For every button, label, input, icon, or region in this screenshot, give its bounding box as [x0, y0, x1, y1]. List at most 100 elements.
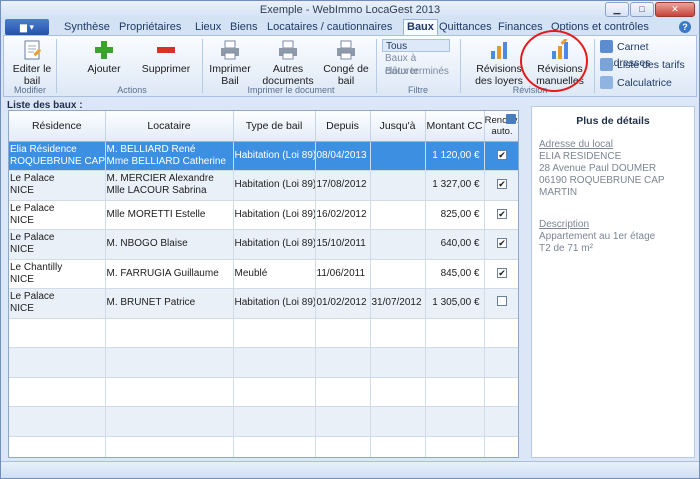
- cell-renouv[interactable]: [484, 406, 518, 437]
- cell-residence: Elia RésidenceROQUEBRUNE CAP MA: [9, 141, 106, 171]
- cell-locataire: Mlle MORETTI Estelle: [105, 200, 234, 230]
- locataire-line: M. BRUNET Patrice: [106, 297, 196, 309]
- residence-line: Elia Résidence: [10, 143, 77, 155]
- table-row[interactable]: [9, 377, 518, 407]
- cell-jusqua: [370, 436, 426, 457]
- cell-locataire: [105, 406, 234, 437]
- cell-renouv[interactable]: [484, 436, 518, 457]
- ribbon: Editer le bail Modifier Ajouter Supprime…: [3, 35, 697, 97]
- cell-renouv[interactable]: ✔: [484, 259, 518, 289]
- renouv-checkbox[interactable]: ✔: [497, 238, 507, 249]
- maximize-button[interactable]: □: [630, 2, 654, 17]
- cell-type: Habitation (Loi 89): [233, 170, 316, 201]
- help-icon[interactable]: ?: [679, 21, 691, 33]
- renouv-checkbox[interactable]: ✔: [497, 179, 507, 190]
- tab-lieux[interactable]: Lieux: [195, 20, 221, 35]
- cell-residence: [9, 406, 106, 437]
- ribbon-tabs: ▆ ▾ Synthèse Propriétaires Lieux Biens L…: [1, 19, 699, 35]
- col-locataire[interactable]: Locataire: [105, 111, 234, 142]
- address-line: ELIA RESIDENCE: [539, 151, 622, 162]
- table-row[interactable]: [9, 406, 518, 437]
- residence-line: NICE: [10, 244, 34, 256]
- cell-renouv[interactable]: ✔: [484, 170, 518, 201]
- cell-locataire: [105, 436, 234, 457]
- cell-renouv[interactable]: ✔: [484, 229, 518, 260]
- col-depuis[interactable]: Depuis: [315, 111, 371, 142]
- cell-residence: Le Palace NICE: [9, 229, 106, 260]
- ribbon-separator: [460, 39, 461, 93]
- cell-renouv[interactable]: [484, 377, 518, 407]
- cell-residence: Le Palace NICE: [9, 288, 106, 319]
- conge-bail-button[interactable]: Congé de bail: [322, 39, 370, 87]
- autres-documents-button[interactable]: Autres documents: [260, 39, 316, 87]
- cell-depuis: 15/10/2011: [315, 229, 371, 260]
- tab-locataires[interactable]: Locataires / cautionnaires: [267, 20, 392, 35]
- column-chooser-icon[interactable]: [506, 114, 516, 124]
- col-residence[interactable]: Résidence: [9, 111, 106, 142]
- tab-biens[interactable]: Biens: [230, 20, 258, 35]
- cell-jusqua: [370, 318, 426, 348]
- cell-renouv[interactable]: [484, 288, 518, 319]
- cell-jusqua: 31/07/2012: [370, 288, 426, 319]
- tab-baux[interactable]: Baux: [403, 19, 438, 35]
- col-type-bail[interactable]: Type de bail: [233, 111, 316, 142]
- table-row[interactable]: [9, 436, 518, 457]
- carnet-adresses-button[interactable]: Carnet d'adresses: [600, 39, 696, 69]
- liste-tarifs-button[interactable]: Liste des tarifs: [600, 57, 685, 73]
- cell-renouv[interactable]: ✔: [484, 141, 518, 171]
- renouv-checkbox[interactable]: ✔: [497, 267, 507, 278]
- table-row[interactable]: Elia RésidenceROQUEBRUNE CAP MAM. BELLIA…: [9, 141, 518, 171]
- cell-montant: [425, 347, 485, 378]
- table-row[interactable]: Le Palace NICE M. NBOGO Blaise Habitation (…: [9, 229, 518, 260]
- col-montant[interactable]: Montant CC: [425, 111, 485, 142]
- ajouter-button[interactable]: Ajouter: [80, 39, 128, 75]
- locataire-line: M. NBOGO Blaise: [106, 238, 188, 250]
- table-row[interactable]: Le Palace NICE Mlle MORETTI Estelle Habitat…: [9, 200, 518, 230]
- supprimer-button[interactable]: Supprimer: [140, 39, 192, 75]
- tab-synthese[interactable]: Synthèse: [64, 20, 110, 35]
- cell-depuis: [315, 406, 371, 437]
- renouv-checkbox[interactable]: ✔: [497, 208, 507, 219]
- table-row[interactable]: Le Palace NICE M. MERCIER Alexandre Mlle LA…: [9, 170, 518, 201]
- cell-depuis: 08/04/2013: [315, 141, 371, 171]
- edit-bail-button[interactable]: Editer le bail: [10, 39, 54, 87]
- filter-baux-a-cloturer[interactable]: Baux à clôturer: [382, 52, 450, 77]
- cell-residence: [9, 377, 106, 407]
- description-line: T2 de 71 m²: [539, 243, 593, 254]
- imprimer-bail-button[interactable]: Imprimer Bail: [208, 39, 252, 87]
- description-line: Appartement au 1er étage: [539, 231, 656, 242]
- col-jusqua[interactable]: Jusqu'à: [370, 111, 426, 142]
- tab-proprietaires[interactable]: Propriétaires: [119, 20, 181, 35]
- cell-renouv[interactable]: [484, 347, 518, 378]
- table-row[interactable]: [9, 347, 518, 378]
- group-label-modifier: Modifier: [13, 85, 46, 95]
- cell-locataire: M. BELLIARD René Mme BELLIARD Catherine: [105, 141, 234, 171]
- cell-renouv[interactable]: [484, 318, 518, 348]
- renouv-checkbox[interactable]: ✔: [497, 149, 507, 160]
- table-row[interactable]: Le Palace NICE M. BRUNET Patrice Habitation…: [9, 288, 518, 319]
- table-header-row: Résidence Locataire Type de bail Depuis …: [9, 111, 518, 142]
- app-menu-button[interactable]: ▆ ▾: [5, 19, 49, 35]
- close-button[interactable]: ✕: [655, 2, 695, 17]
- cell-montant: 845,00 €: [425, 259, 485, 289]
- tab-finances[interactable]: Finances: [498, 20, 543, 35]
- cell-type: Meublé: [233, 259, 316, 289]
- cell-depuis: 16/02/2012: [315, 200, 371, 230]
- tab-quittances[interactable]: Quittances: [439, 20, 492, 35]
- cell-jusqua: [370, 200, 426, 230]
- cell-montant: 1 305,00 €: [425, 288, 485, 319]
- group-label-imprimer: Imprimer le document: [247, 85, 335, 95]
- calculatrice-button[interactable]: Calculatrice: [600, 75, 672, 91]
- minimize-button[interactable]: ▁: [605, 2, 629, 17]
- calculator-icon: [600, 76, 613, 89]
- printer-icon: [335, 39, 357, 61]
- cell-jusqua: [370, 347, 426, 378]
- table-row[interactable]: Le Chantilly NICE M. FARRUGIA Guillaume Meu…: [9, 259, 518, 289]
- cell-renouv[interactable]: ✔: [484, 200, 518, 230]
- filter-baux-termines[interactable]: Baux terminés: [382, 65, 450, 78]
- cell-jusqua: [370, 170, 426, 201]
- filter-tous[interactable]: Tous: [382, 39, 450, 52]
- filter-list: Tous Baux à clôturer Baux terminés: [382, 39, 450, 78]
- renouv-checkbox[interactable]: [497, 296, 507, 307]
- table-row[interactable]: [9, 318, 518, 348]
